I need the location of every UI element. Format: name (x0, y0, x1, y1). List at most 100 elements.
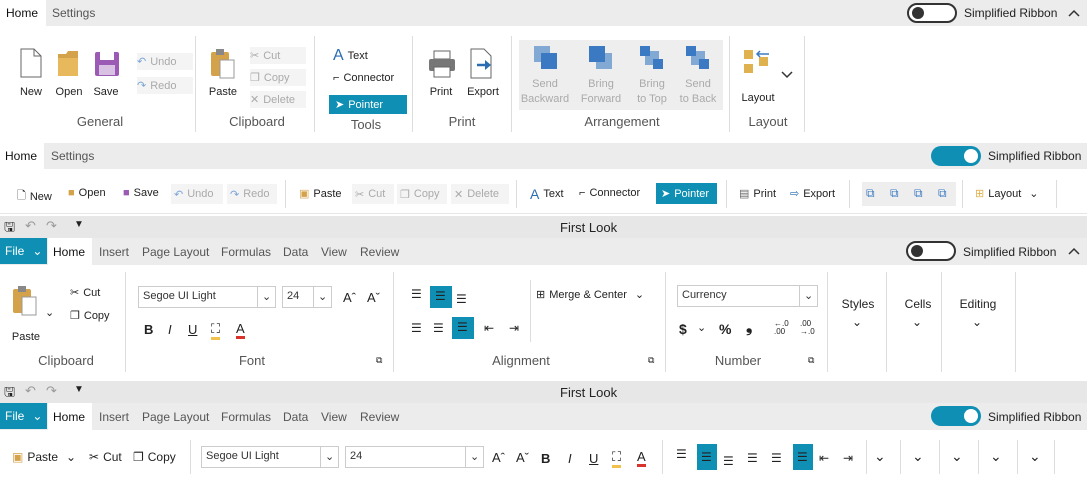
paste-button[interactable]: Paste (204, 86, 242, 98)
export-icon[interactable] (469, 48, 495, 80)
font-family-dropdown[interactable]: Segoe UI Light ⌄ (138, 286, 276, 308)
align-center-icon[interactable]: ☰ (433, 321, 444, 335)
increase-indent-icon[interactable]: ⇥ (509, 321, 519, 335)
tab-view[interactable]: View (321, 245, 347, 259)
cells-button[interactable]: Cells (898, 297, 938, 311)
paste-icon[interactable] (11, 285, 39, 317)
redo-icon[interactable]: ↷ (46, 383, 57, 399)
font-size-dropdown[interactable]: 24 ⌄ (345, 446, 484, 468)
file-menu-button[interactable]: File ⌄ (0, 403, 47, 429)
styles-button[interactable]: Styles (838, 297, 878, 311)
paste-button[interactable]: ▣ Paste (299, 187, 342, 201)
cut-button[interactable]: ✂ Cut (89, 450, 122, 464)
paste-button[interactable]: ▣ Paste ⌄ (12, 450, 76, 464)
bring-to-top-icon[interactable]: ⧉ (914, 186, 923, 201)
print-button[interactable]: ▤ Print (739, 187, 776, 201)
connector-tool-button[interactable]: ⌐ Connector (579, 187, 640, 199)
tab-page-layout[interactable]: Page Layout (142, 410, 209, 424)
tab-settings[interactable]: Settings (51, 149, 94, 163)
tab-data[interactable]: Data (283, 410, 308, 424)
layout-button[interactable]: Layout (736, 92, 780, 104)
print-icon[interactable] (428, 50, 456, 78)
align-top-icon[interactable]: ☰ (676, 447, 687, 461)
tab-insert[interactable]: Insert (99, 245, 129, 259)
save-icon[interactable]: 🖫 (4, 383, 15, 405)
export-button[interactable]: ⇨ Export (790, 187, 835, 201)
simplified-ribbon-toggle[interactable] (931, 146, 981, 166)
currency-dropdown-icon[interactable]: ⌄ (697, 321, 706, 334)
align-left-icon[interactable]: ☰ (411, 321, 422, 335)
align-right-button[interactable]: ☰ (452, 317, 474, 339)
bring-forward-icon[interactable]: ⧉ (890, 186, 899, 201)
open-button[interactable]: Open (52, 86, 86, 98)
bring-forward-icon[interactable] (588, 45, 614, 71)
tab-home[interactable]: Home (53, 410, 85, 424)
shrink-font-icon[interactable]: Aˇ (367, 290, 380, 305)
collapse-icon[interactable] (1068, 8, 1080, 18)
italic-button[interactable]: I (568, 451, 572, 466)
copy-button[interactable]: ❐ Copy (250, 69, 306, 86)
tab-home[interactable]: Home (6, 6, 38, 20)
decrease-indent-icon[interactable]: ⇤ (484, 321, 494, 335)
save-icon[interactable] (94, 51, 120, 77)
customize-qat-icon[interactable]: ▼ (74, 384, 84, 395)
number-format-dropdown[interactable]: Currency ⌄ (677, 285, 818, 307)
layout-icon[interactable] (743, 48, 771, 76)
simplified-ribbon-toggle[interactable] (906, 241, 956, 261)
italic-button[interactable]: I (168, 322, 172, 337)
font-size-dropdown[interactable]: 24 ⌄ (282, 286, 332, 308)
print-button[interactable]: Print (424, 86, 458, 98)
bold-button[interactable]: B (144, 322, 153, 337)
chevron-down-icon[interactable]: ⌄ (912, 448, 924, 465)
simplified-ribbon-toggle[interactable] (931, 406, 981, 426)
redo-button[interactable]: ↷ Redo (137, 77, 193, 94)
send-to-back-icon[interactable] (685, 45, 711, 71)
tab-home[interactable]: Home (53, 245, 85, 259)
tab-insert[interactable]: Insert (99, 410, 129, 424)
shrink-font-icon[interactable]: Aˇ (516, 450, 529, 465)
copy-button[interactable]: ❐ Copy (133, 450, 176, 464)
delete-button[interactable]: ✕ Delete (451, 184, 509, 204)
tab-formulas[interactable]: Formulas (221, 410, 271, 424)
font-family-dropdown[interactable]: Segoe UI Light ⌄ (201, 446, 339, 468)
layout-button[interactable]: ⊞ Layout ⌄ (975, 187, 1038, 201)
tab-settings[interactable]: Settings (52, 6, 95, 20)
tab-page-layout[interactable]: Page Layout (142, 245, 209, 259)
new-button[interactable]: New (14, 86, 48, 98)
align-middle-button[interactable]: ☰ (697, 444, 717, 470)
bring-to-top-icon[interactable] (639, 45, 665, 71)
align-bottom-icon[interactable]: ☰ (456, 292, 467, 306)
align-right-button[interactable]: ☰ (793, 444, 813, 470)
grow-font-icon[interactable]: Aˆ (343, 290, 356, 305)
undo-button[interactable]: ↶ Undo (137, 53, 193, 70)
align-top-icon[interactable]: ☰ (411, 287, 422, 301)
copy-button[interactable]: ❐ Copy (397, 184, 447, 204)
send-to-back-icon[interactable]: ⧉ (938, 186, 947, 201)
save-button[interactable]: Save (89, 86, 123, 98)
align-center-icon[interactable]: ☰ (771, 451, 782, 465)
percent-button[interactable]: % (719, 321, 731, 337)
increase-indent-icon[interactable]: ⇥ (843, 451, 853, 465)
send-backward-icon[interactable] (533, 45, 559, 71)
tab-review[interactable]: Review (360, 410, 399, 424)
cut-button[interactable]: ✂ Cut (352, 184, 394, 204)
pointer-tool-button[interactable]: ➤ Pointer (329, 95, 407, 114)
decrease-indent-icon[interactable]: ⇤ (819, 451, 829, 465)
send-backward-icon[interactable]: ⧉ (866, 186, 875, 201)
underline-button[interactable]: U (589, 451, 598, 466)
layout-dropdown-icon[interactable] (781, 71, 793, 79)
save-button[interactable]: ■ Save (123, 187, 159, 199)
text-tool-button[interactable]: A Text (530, 186, 564, 202)
customize-qat-icon[interactable]: ▼ (74, 219, 84, 230)
font-color-button[interactable]: A (236, 321, 245, 339)
open-button[interactable]: ■ Open (68, 187, 106, 199)
delete-button[interactable]: ✕ Delete (250, 91, 306, 108)
merge-center-button[interactable]: ⊞ Merge & Center ⌄ (536, 288, 644, 302)
editing-button[interactable]: Editing (955, 297, 1001, 311)
chevron-down-icon[interactable]: ⌄ (912, 315, 922, 329)
file-menu-button[interactable]: File ⌄ (0, 238, 47, 264)
tab-formulas[interactable]: Formulas (221, 245, 271, 259)
underline-button[interactable]: U (188, 322, 197, 337)
font-color-button[interactable]: A (637, 449, 646, 467)
dialog-launcher-icon[interactable]: ⧉ (376, 355, 382, 366)
